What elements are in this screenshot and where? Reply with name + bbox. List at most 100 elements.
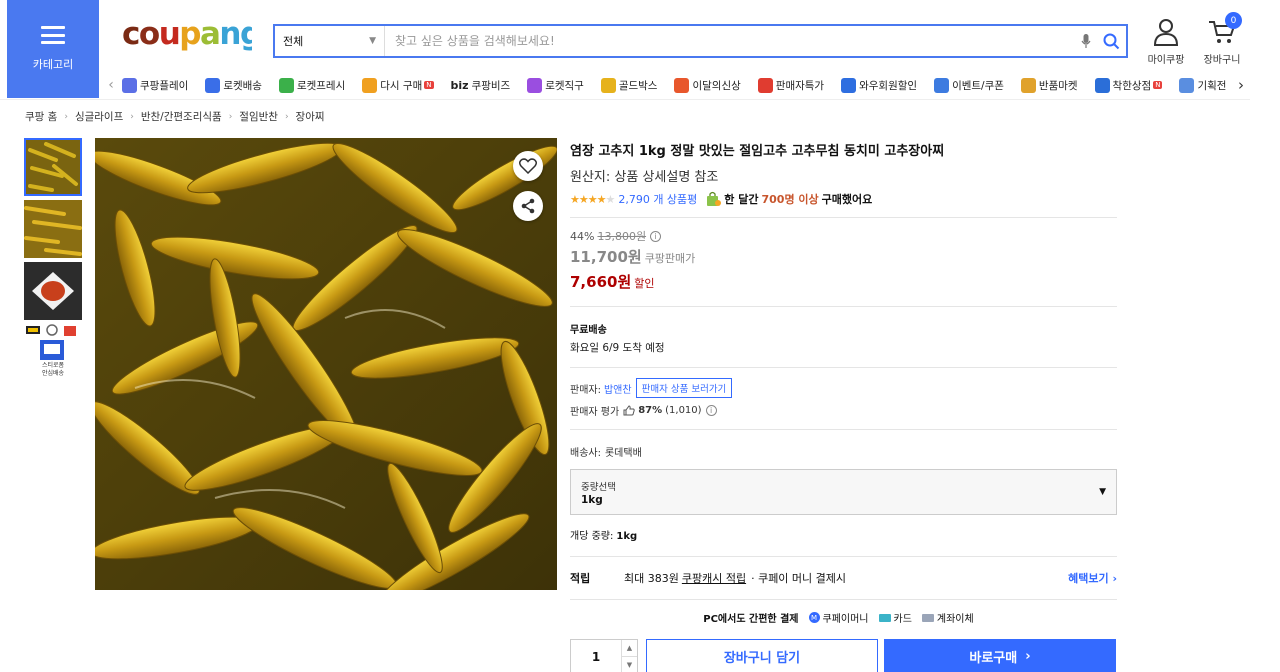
chevron-right-icon: › bbox=[1112, 572, 1117, 585]
payment-method-label: 카드 bbox=[893, 614, 912, 625]
category-nav-label: 골드박스 bbox=[618, 79, 658, 92]
mypage-button[interactable]: 마이쿠팡 bbox=[1141, 16, 1191, 66]
gold-box-icon bbox=[600, 77, 616, 93]
coupang-price-value: 11,700원 bbox=[570, 248, 642, 266]
category-nav-label: 와우회원할인 bbox=[859, 79, 918, 92]
cart-count-badge: 0 bbox=[1225, 12, 1242, 29]
share-icon bbox=[521, 198, 535, 214]
rating-row: ★★★★★ 2,790 개 상품평 한 달간 700명 이상 구매했어요 bbox=[570, 191, 1117, 207]
breadcrumb-item[interactable]: 절임반찬 bbox=[239, 109, 278, 124]
breadcrumb-item[interactable]: 싱글라이프 bbox=[75, 109, 123, 124]
divider bbox=[570, 556, 1117, 557]
seller-rating-label: 판매자 평가 bbox=[570, 407, 620, 418]
category-nav-item[interactable]: biz 쿠팡비즈 bbox=[451, 78, 511, 93]
category-nav-item[interactable]: 로켓직구 bbox=[527, 77, 584, 93]
search-scope-select[interactable]: 전체 ▼ bbox=[275, 26, 385, 56]
thumbnail-list: 스티로폼 안심배송 bbox=[24, 138, 82, 382]
new-badge: N bbox=[1153, 81, 1163, 89]
divider bbox=[570, 306, 1117, 307]
purchase-count: 한 달간 700명 이상 구매했어요 bbox=[705, 191, 872, 207]
share-button[interactable] bbox=[513, 191, 543, 221]
chevron-right-icon[interactable]: › bbox=[1238, 76, 1244, 94]
chevron-left-icon[interactable]: ‹ bbox=[100, 77, 122, 93]
unit-weight: 개당 중량: 1kg bbox=[570, 527, 1117, 542]
original-price: 13,800원 bbox=[597, 230, 647, 243]
sale-price-value: 7,660원 bbox=[570, 273, 632, 291]
breadcrumb-item[interactable]: 쿠팡 홈 bbox=[25, 109, 57, 124]
seller-rating-count: (1,010) bbox=[665, 405, 702, 416]
microphone-icon[interactable] bbox=[1076, 33, 1096, 49]
shopping-bag-icon bbox=[707, 191, 722, 206]
chevron-down-icon[interactable]: ▼ bbox=[622, 656, 637, 672]
market-icon bbox=[1020, 77, 1036, 93]
category-nav-label: 로켓직구 bbox=[545, 79, 584, 92]
search-icon[interactable] bbox=[1096, 33, 1126, 50]
breadcrumb-item[interactable]: 장아찌 bbox=[296, 109, 325, 124]
chevron-right-icon: › bbox=[228, 111, 233, 122]
product-title: 염장 고추지 1kg 정말 맛있는 절임고추 고추무침 동치미 고추장아찌 bbox=[570, 144, 945, 159]
chevron-right-icon: › bbox=[284, 111, 289, 122]
category-nav-item[interactable]: 로켓프레시 bbox=[278, 77, 345, 93]
category-nav-item[interactable]: 기획전 bbox=[1179, 77, 1227, 93]
sale-price-label: 할인 bbox=[634, 277, 655, 290]
category-nav-label: 다시 구매 bbox=[380, 79, 423, 92]
category-nav-item[interactable]: 이달의신상 bbox=[674, 77, 741, 93]
cart-button[interactable]: 0 장바구니 bbox=[1197, 12, 1247, 66]
user-icon bbox=[1141, 16, 1191, 48]
category-nav-label: 로켓배송 bbox=[223, 79, 262, 92]
main-product-image[interactable] bbox=[95, 138, 557, 590]
biz-icon: biz bbox=[450, 78, 469, 92]
quantity-input[interactable]: 1 bbox=[571, 640, 621, 672]
carrier-row: 배송사: 롯데택배 bbox=[570, 444, 1117, 459]
search-input[interactable] bbox=[385, 26, 1076, 56]
quantity-steps: ▲ ▼ bbox=[621, 640, 637, 672]
payment-methods: PC에서도 간편한 결제 M 쿠페이머니 카드 계좌이체 bbox=[570, 610, 1117, 625]
reward-title: 적립 bbox=[570, 572, 591, 585]
product-info: 염장 고추지 1kg 정말 맛있는 절임고추 고추무침 동치미 고추장아찌 원산… bbox=[570, 138, 1117, 672]
seller-name-link[interactable]: 밥앤찬 bbox=[604, 381, 632, 396]
category-nav-item[interactable]: 이벤트/쿠폰 bbox=[934, 77, 1004, 93]
caret-down-icon: ▼ bbox=[1099, 487, 1106, 497]
add-to-cart-button[interactable]: 장바구니 담기 bbox=[646, 639, 878, 672]
thumbnail-2[interactable] bbox=[24, 200, 82, 258]
buy-now-button[interactable]: 바로구매 › bbox=[884, 639, 1116, 672]
buy-now-label: 바로구매 bbox=[969, 651, 1018, 666]
thumbnail-3[interactable] bbox=[24, 262, 82, 320]
seller-rating-row: 판매자 평가 87% (1,010) i bbox=[570, 403, 1117, 418]
category-nav-items: 쿠팡플레이 로켓배송 로켓프레시 다시 구매 Nbiz 쿠팡비즈 로켓직구 골드박스 이달의신상… bbox=[122, 77, 1243, 93]
coupang-price-label: 쿠팡판매가 bbox=[644, 252, 696, 265]
category-nav-item[interactable]: 착한상점 N bbox=[1094, 77, 1163, 93]
benefits-link[interactable]: 혜택보기 › bbox=[1068, 570, 1117, 586]
weight-option-select[interactable]: 중량선택 1kg ▼ bbox=[570, 469, 1117, 515]
divider bbox=[570, 599, 1117, 600]
category-nav-item[interactable]: 다시 구매 N bbox=[362, 77, 434, 93]
category-nav-item[interactable]: 와우회원할인 bbox=[841, 77, 918, 93]
info-icon[interactable]: i bbox=[650, 230, 662, 242]
carrier-label: 배송사: bbox=[570, 448, 601, 459]
unit-weight-value: 1kg bbox=[616, 531, 638, 542]
category-nav-item[interactable]: 쿠팡플레이 bbox=[122, 77, 188, 93]
card-method: 카드 bbox=[878, 610, 912, 625]
rocket-icon bbox=[205, 77, 221, 93]
thumbnail-1[interactable] bbox=[24, 138, 82, 196]
percent-icon bbox=[757, 77, 773, 93]
chevron-up-icon[interactable]: ▲ bbox=[622, 640, 637, 656]
option-value: 1kg bbox=[581, 494, 603, 506]
wishlist-button[interactable] bbox=[513, 151, 543, 181]
option-label: 중량선택 bbox=[581, 482, 616, 493]
category-nav-item[interactable]: 로켓배송 bbox=[205, 77, 262, 93]
category-nav-item[interactable]: 판매자특가 bbox=[757, 77, 824, 93]
coupang-logo[interactable]: coupang bbox=[122, 16, 262, 60]
info-icon[interactable]: i bbox=[705, 405, 717, 416]
category-nav-item[interactable]: 반품마켓 bbox=[1020, 77, 1078, 93]
category-menu-button[interactable]: 카테고리 bbox=[7, 0, 99, 98]
seller-products-button[interactable]: 판매자 상품 보러가기 bbox=[635, 378, 733, 398]
purchase-row: 1 ▲ ▼ 장바구니 담기 바로구매 › bbox=[570, 639, 1117, 672]
category-nav-label: 기획전 bbox=[1197, 79, 1227, 92]
category-nav-item[interactable]: 골드박스 bbox=[600, 77, 658, 93]
breadcrumb-item[interactable]: 반찬/간편조리식품 bbox=[141, 109, 222, 124]
coupang-cash-link[interactable]: 쿠팡캐시 적립 bbox=[682, 570, 746, 586]
cart-label: 장바구니 bbox=[1203, 55, 1241, 66]
rocket-fresh-icon bbox=[278, 77, 294, 93]
review-count-link[interactable]: 2,790 개 상품평 bbox=[618, 191, 697, 207]
